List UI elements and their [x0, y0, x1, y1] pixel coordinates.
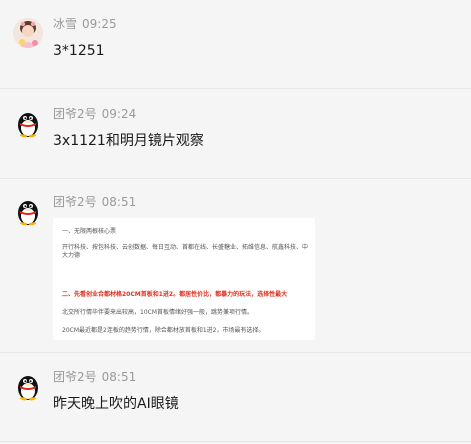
message-meta: 团爷2号 09:24 [53, 107, 141, 121]
sender-name: 冰雪 [53, 17, 78, 31]
message-divider [0, 352, 471, 353]
message-time: 09:25 [82, 17, 117, 31]
shared-image-document[interactable]: 一、无限两根核心票 开行科技、按包科技、云创数据、每日互动、首都在线、长盛糖业、… [53, 218, 315, 340]
doc-text-line: 开行科技、按包科技、云创数据、每日互动、首都在线、长盛糖业、拓维信息、航鑫科技、… [62, 244, 309, 259]
message-divider [0, 178, 471, 179]
sender-name: 团爷2号 [53, 107, 97, 121]
message-time: 08:51 [101, 370, 137, 384]
doc-text-line: 二、先看创业合都材格20CM首板和1进2。都居性价比，都暴力的玩法，选择性最大 [62, 291, 288, 298]
message-time: 09:24 [101, 107, 137, 121]
message-divider [0, 88, 471, 89]
doc-text-line: 20CM最近都是2连板的趋势行情，除合都材放首板和1进2，市场最有选择。 [62, 327, 265, 334]
sender-name: 团爷2号 [53, 370, 97, 384]
message-text: 3*1251 [53, 43, 105, 59]
message-time: 08:51 [101, 195, 137, 209]
qq-penguin-avatar-icon[interactable] [13, 371, 43, 401]
message-text: 昨天晚上吹的AI眼镜 [53, 396, 179, 412]
qq-penguin-avatar-icon[interactable] [13, 108, 43, 138]
message-meta: 团爷2号 08:51 [53, 195, 141, 209]
qq-penguin-avatar-icon[interactable] [13, 196, 43, 226]
message-text: 3x1121和明月镜片观察 [53, 133, 204, 149]
sender-name: 团爷2号 [53, 195, 97, 209]
message-divider [0, 441, 471, 442]
message-meta: 冰雪 09:25 [53, 17, 122, 31]
chat-history: 冰雪 09:25 3*1251 团爷2号 09:24 3x1121和明月镜片观察 [0, 0, 471, 444]
flower-girl-avatar-icon[interactable] [13, 18, 43, 48]
message-meta: 团爷2号 08:51 [53, 370, 141, 384]
doc-text-line: 北交所行情毕伴要来出较高，10CM首板情绪好强一般，跳势兼项行情。 [62, 309, 254, 316]
doc-text-line: 一、无限两根核心票 [62, 228, 117, 235]
